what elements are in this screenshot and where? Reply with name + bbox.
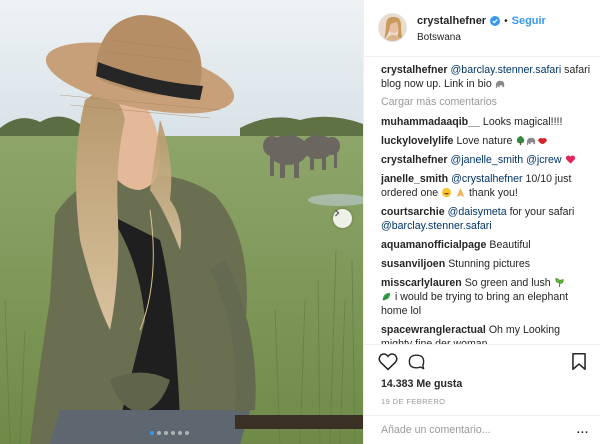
profile-picture xyxy=(379,14,406,41)
caption: crystalhefner @barclay.stenner.safari saf… xyxy=(381,63,592,91)
carousel-dot xyxy=(185,431,189,435)
comment-username[interactable]: crystalhefner xyxy=(381,64,448,76)
carousel-dot xyxy=(157,431,161,435)
heart-icon[interactable] xyxy=(378,352,398,371)
laugh-emoji xyxy=(441,187,452,198)
like-count[interactable]: 14.383 Me gusta xyxy=(381,378,462,390)
mention-link[interactable]: @crystalhefner xyxy=(451,173,522,185)
comment-input[interactable] xyxy=(381,424,561,436)
list-item: crystalhefner @janelle_smith @jcrew xyxy=(381,153,592,167)
post-date[interactable]: 19 DE FEBRERO xyxy=(381,397,445,406)
mention-link[interactable]: @daisymeta xyxy=(448,206,507,218)
list-item: susanviljoen Stunning pictures xyxy=(381,257,592,271)
avatar[interactable] xyxy=(378,13,407,42)
next-photo-button[interactable] xyxy=(333,209,352,228)
comment-text: Looks magical!!!! xyxy=(482,116,563,128)
list-item: courtsarchie @daisymeta for your safari @… xyxy=(381,205,592,233)
comment-username[interactable]: janelle_smith xyxy=(381,173,448,185)
comment-text: Love nature xyxy=(456,135,516,147)
action-icons xyxy=(378,352,588,372)
post-actions: 14.383 Me gusta 19 DE FEBRERO ... xyxy=(364,344,600,444)
list-item: luckylovelylife Love nature xyxy=(381,134,592,148)
username-link[interactable]: crystalhefner xyxy=(417,15,486,27)
comment-text: Beautiful xyxy=(489,239,531,251)
comment-text: thank you! xyxy=(466,187,518,199)
comment-text: for your safari xyxy=(506,206,575,218)
elephant-emoji xyxy=(495,80,504,89)
heart-emoji xyxy=(565,155,575,164)
add-comment-bar: ... xyxy=(364,415,600,444)
tree-emoji xyxy=(517,135,525,146)
comments-list: crystalhefner @barclay.stenner.safari saf… xyxy=(381,63,592,344)
comment-username[interactable]: muhammadaaqib__ xyxy=(381,116,480,128)
comment-username[interactable]: misscarlylauren xyxy=(381,277,462,289)
elephant-emoji xyxy=(527,137,536,146)
carousel-dot xyxy=(164,431,168,435)
comment-username[interactable]: crystalhefner xyxy=(381,154,448,166)
chevron-right-icon xyxy=(335,209,340,217)
comment-username[interactable]: susanviljoen xyxy=(381,258,445,270)
carousel-dot xyxy=(171,431,175,435)
comment-text: i would be trying to bring an elephant h… xyxy=(381,291,569,317)
list-item: muhammadaaqib__ Looks magical!!!! xyxy=(381,115,592,129)
mention-link[interactable]: @janelle_smith xyxy=(451,154,524,166)
bookmark-icon[interactable] xyxy=(571,352,587,371)
comments-scrollbar[interactable] xyxy=(595,118,598,298)
comment-icon[interactable] xyxy=(407,352,426,371)
leaf-emoji xyxy=(382,292,391,301)
carousel-dot xyxy=(178,431,182,435)
load-more-comments[interactable]: Cargar más comentarios xyxy=(381,96,592,108)
list-item: spacewrangleractual Oh my Looking mighty … xyxy=(381,323,592,344)
post-header: crystalhefner • Seguir Botswana xyxy=(364,0,600,57)
lips-emoji xyxy=(538,138,548,145)
header-user-row: crystalhefner • Seguir xyxy=(417,15,546,27)
comment-username[interactable]: luckylovelylife xyxy=(381,135,453,147)
comment-username[interactable]: courtsarchie xyxy=(381,206,445,218)
comment-username[interactable]: spacewrangleractual xyxy=(381,324,486,336)
more-options-button[interactable]: ... xyxy=(577,424,589,436)
verified-icon xyxy=(490,16,501,26)
list-item: janelle_smith @crystalhefner 10/10 just o… xyxy=(381,172,592,200)
location-link[interactable]: Botswana xyxy=(417,32,461,43)
carousel-indicator xyxy=(150,431,189,435)
carousel-dot-active xyxy=(150,431,154,435)
list-item: misscarlylauren So green and lush i would… xyxy=(381,276,592,318)
mention-link[interactable]: @barclay.stenner.safari xyxy=(451,64,562,76)
list-item: aquamanofficialpage Beautiful xyxy=(381,238,592,252)
mention-link[interactable]: @jcrew xyxy=(526,154,561,166)
separator: • xyxy=(504,15,508,27)
post-photo[interactable] xyxy=(0,0,363,444)
comment-text: So green and lush xyxy=(464,277,554,289)
safari-photo-illustration xyxy=(0,0,363,444)
comment-username[interactable]: aquamanofficialpage xyxy=(381,239,486,251)
follow-button[interactable]: Seguir xyxy=(512,15,546,27)
comment-text: Stunning pictures xyxy=(448,258,531,270)
pray-emoji xyxy=(456,187,465,198)
mention-link[interactable]: @barclay.stenner.safari xyxy=(381,220,492,232)
post-sidebar: crystalhefner • Seguir Botswana crystalh… xyxy=(363,0,600,444)
sprout-emoji xyxy=(554,278,564,288)
